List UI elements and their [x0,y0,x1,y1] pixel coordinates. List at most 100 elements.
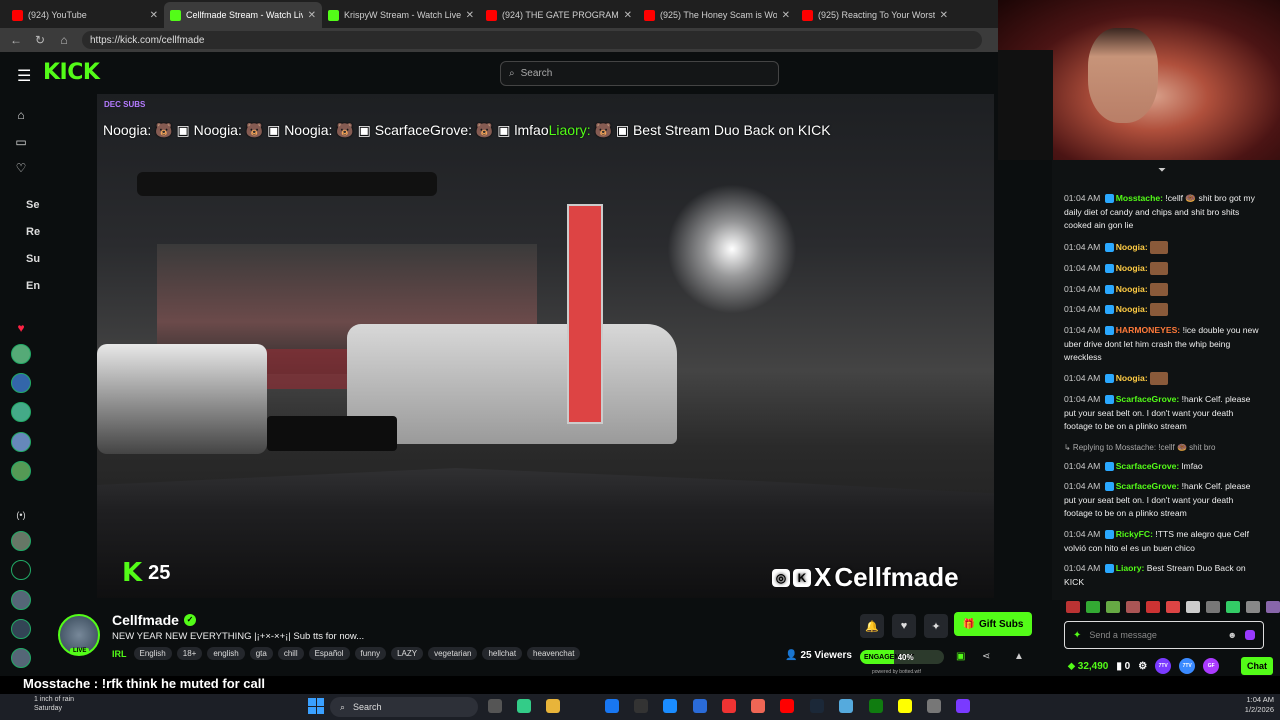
emote[interactable] [1266,601,1280,613]
chat-message[interactable]: 01:04 AM Noogia: [1064,262,1264,276]
chat-username[interactable]: Mosstache: [1116,193,1163,203]
avatar[interactable] [11,619,31,639]
browser-tab[interactable]: (925) The Honey Scam is Worse Th ✕ [638,2,796,28]
amazon-icon[interactable] [634,699,648,713]
sidebar-item-label[interactable]: En [26,280,40,292]
tag-chip[interactable]: english [207,647,245,660]
system-clock[interactable]: 1:04 AM 1/2/2026 [1218,695,1274,715]
chat-message[interactable]: 01:04 AM Noogia: [1064,241,1264,255]
tag-chip[interactable]: Español [308,647,350,660]
home-icon[interactable]: ⌂ [58,33,70,47]
sidebar-item-label[interactable]: Re [26,226,40,238]
chat-username[interactable]: Noogia: [1116,373,1148,383]
back-icon[interactable]: ← [10,33,22,47]
close-icon[interactable]: ✕ [782,10,790,21]
chat-username[interactable]: Noogia: [1116,242,1148,252]
gift-subs-button[interactable]: 🎁 Gift Subs [954,612,1032,636]
avatar[interactable] [11,648,31,668]
emote[interactable] [1206,601,1220,613]
avatar[interactable] [11,402,31,422]
7tv-badge[interactable]: 7TV [1155,658,1172,674]
chevron-down-icon[interactable]: ⏷ [1158,165,1166,176]
clip-icon[interactable]: ▣ [956,651,965,662]
emote[interactable] [1126,601,1140,613]
collapse-icon[interactable]: (•) [14,508,28,522]
gf-badge[interactable]: GF [1203,658,1220,674]
tag-chip[interactable]: vegetarian [428,647,478,660]
sidebar-item-label[interactable]: Su [26,253,40,265]
chat-message[interactable]: 01:04 AM Noogia: [1064,283,1264,297]
chat-message[interactable]: 01:04 AM RickyFC: !TTS me alegro que Cel… [1064,528,1264,555]
close-icon[interactable]: ✕ [940,10,948,21]
close-icon[interactable]: ✕ [150,10,158,21]
browser-tab[interactable]: Cellfmade Stream - Watch Live on ✕ [164,2,322,28]
chat-message[interactable]: 01:04 AM Mosstache: !cellf 🍩 shit bro go… [1064,192,1264,233]
chat-message[interactable]: 01:04 AM ScarfaceGrove: lmfao [1064,460,1264,474]
chrome-icon[interactable] [722,699,736,713]
emote[interactable] [1246,601,1260,613]
7tv-badge[interactable]: 7TV [1179,658,1196,674]
browser-tab[interactable]: KrispyW Stream - Watch Live ✕ [322,2,480,28]
chat-username[interactable]: Liaory: [1116,563,1145,573]
kick-bot-icon[interactable] [1245,630,1255,640]
task-view-icon[interactable] [488,699,502,713]
close-icon[interactable]: ✕ [308,10,316,21]
emote[interactable] [1106,601,1120,613]
copilot-icon[interactable] [517,699,531,713]
chat-message[interactable]: 01:04 AM Noogia: [1064,372,1264,386]
tag-chip[interactable]: chill [277,647,304,660]
chat-username[interactable]: ScarfaceGrove: [1116,394,1180,404]
app-icon[interactable] [751,699,765,713]
kick-logo[interactable]: KICK [43,60,100,85]
reload-icon[interactable]: ↻ [34,33,46,47]
emote[interactable] [1066,601,1080,613]
app-icon[interactable] [898,699,912,713]
chat-message[interactable]: 01:04 AM ScarfaceGrove: !hank Celf. plea… [1064,393,1264,434]
file-explorer-icon[interactable] [546,699,560,713]
obs-icon[interactable] [956,699,970,713]
browser-tab[interactable]: (925) Reacting To Your Worst Tech ✕ [796,2,954,28]
edge-icon[interactable] [663,699,677,713]
emote[interactable] [1086,601,1100,613]
video-player[interactable] [97,94,994,598]
category-link[interactable]: IRL [112,649,127,659]
emote[interactable] [1166,601,1180,613]
avatar[interactable] [11,373,31,393]
share-icon[interactable]: ⋖ [982,651,990,662]
avatar[interactable] [11,590,31,610]
chat-username[interactable]: Noogia: [1116,284,1148,294]
emote[interactable] [1146,601,1160,613]
chat-username[interactable]: Noogia: [1116,263,1148,273]
chat-username[interactable]: RickyFC: [1116,529,1153,539]
chat-message[interactable]: 01:04 AM ScarfaceGrove: !hank Celf. plea… [1064,480,1264,521]
steam-icon[interactable] [810,699,824,713]
points-display[interactable]: ⬥ 32,490 [1068,661,1108,672]
sparkle-icon[interactable]: ✦ [1073,630,1081,641]
chat-message[interactable]: 01:04 AM Noogia: [1064,303,1264,317]
tag-chip[interactable]: funny [354,647,387,660]
browser-tab[interactable]: (924) THE GATE PROGRAM: Were ✕ [480,2,638,28]
avatar[interactable] [11,560,31,580]
avatar[interactable] [11,344,31,364]
emoji-icon[interactable]: ☻ [1228,630,1237,640]
chat-message[interactable]: 01:04 AM HARMONEYES: !ice double you new… [1064,324,1264,365]
app-icon[interactable] [839,699,853,713]
close-icon[interactable]: ✕ [624,10,632,21]
browser-tab[interactable]: (924) YouTube ✕ [6,2,164,28]
calculator-icon[interactable] [693,699,707,713]
browse-nav-icon[interactable]: ▭ [14,135,28,149]
home-nav-icon[interactable]: ⌂ [14,108,28,122]
taskbar-search[interactable]: ⌕ Search [330,697,478,717]
settings-icon[interactable] [927,699,941,713]
tag-chip[interactable]: gta [249,647,273,660]
chat-send-button[interactable]: Chat [1241,657,1273,675]
avatar[interactable] [11,432,31,452]
tag-chip[interactable]: English [133,647,172,660]
chat-message[interactable]: 01:04 AM Liaory: Best Stream Duo Back on… [1064,562,1264,589]
facebook-icon[interactable] [605,699,619,713]
xbox-icon[interactable] [869,699,883,713]
windows-start-icon[interactable] [308,698,324,714]
chat-username[interactable]: HARMONEYES: [1116,325,1180,335]
chat-username[interactable]: Noogia: [1116,304,1148,314]
following-nav-icon[interactable]: ♡ [14,161,28,175]
